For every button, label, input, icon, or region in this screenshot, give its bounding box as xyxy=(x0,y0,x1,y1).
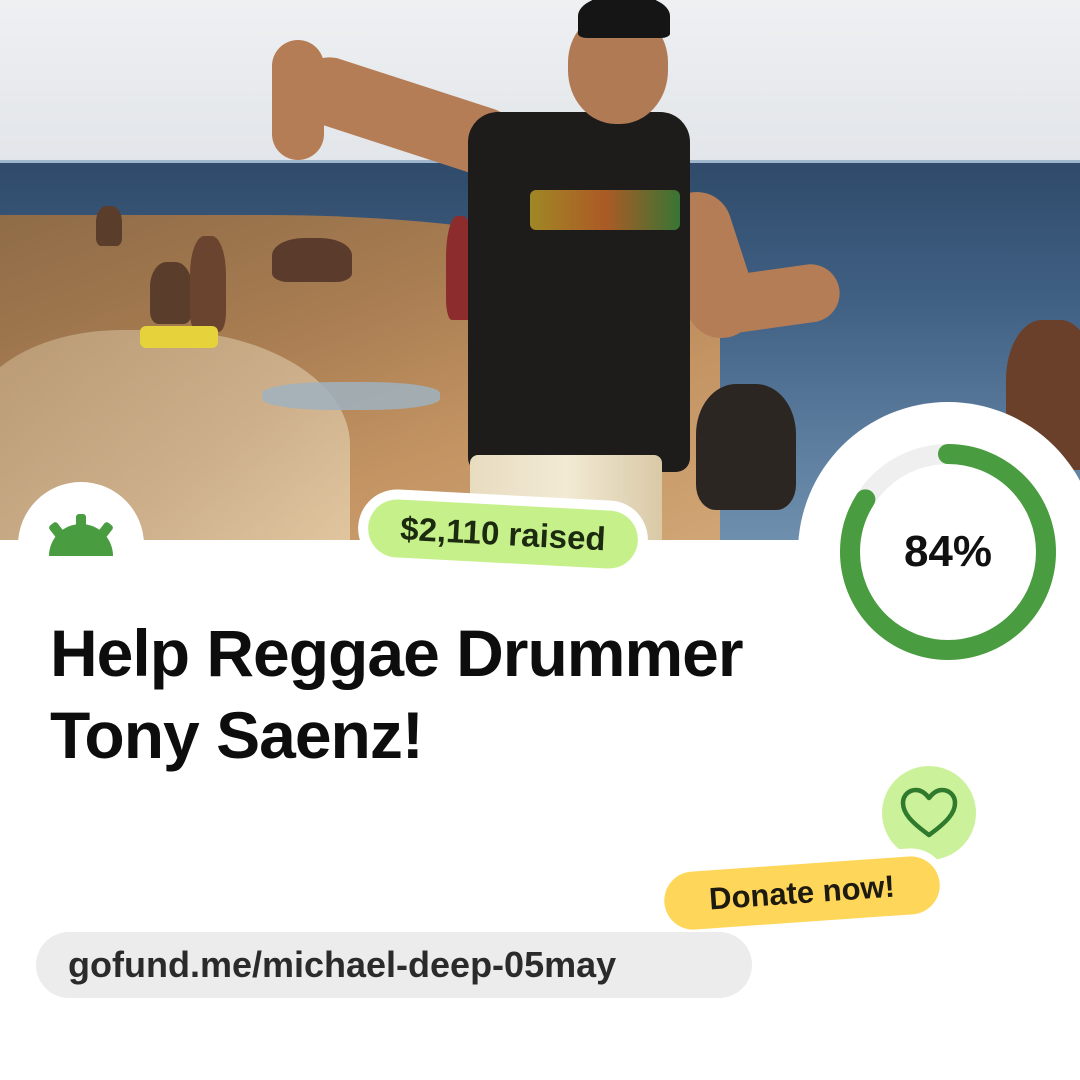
gofundme-sunrise-logo-icon xyxy=(49,514,113,556)
beachgoer xyxy=(272,238,352,282)
donate-now-label: Donate now! xyxy=(662,854,942,932)
tide-pool xyxy=(262,382,440,410)
cap xyxy=(578,0,670,38)
heart-outline-icon xyxy=(900,787,958,838)
beachgoer xyxy=(150,262,192,324)
shirt-print xyxy=(530,190,680,230)
campaign-url[interactable]: gofund.me/michael-deep-05may xyxy=(36,932,752,998)
beachgoer xyxy=(696,384,796,510)
amount-raised-label: $2,110 raised xyxy=(366,497,640,571)
title-line-1: Help Reggae Drummer xyxy=(50,616,744,690)
favorite-button[interactable] xyxy=(882,766,976,860)
beachgoer xyxy=(96,206,122,246)
title-line-2: Tony Saenz! xyxy=(50,698,424,772)
beachgoer xyxy=(190,236,226,332)
amount-raised-badge: $2,110 raised xyxy=(356,487,650,581)
campaign-title: Help Reggae Drummer Tony Saenz! xyxy=(50,612,810,776)
progress-percent: 84% xyxy=(903,527,993,576)
tank-top xyxy=(468,112,690,472)
beachgoer xyxy=(140,326,218,348)
